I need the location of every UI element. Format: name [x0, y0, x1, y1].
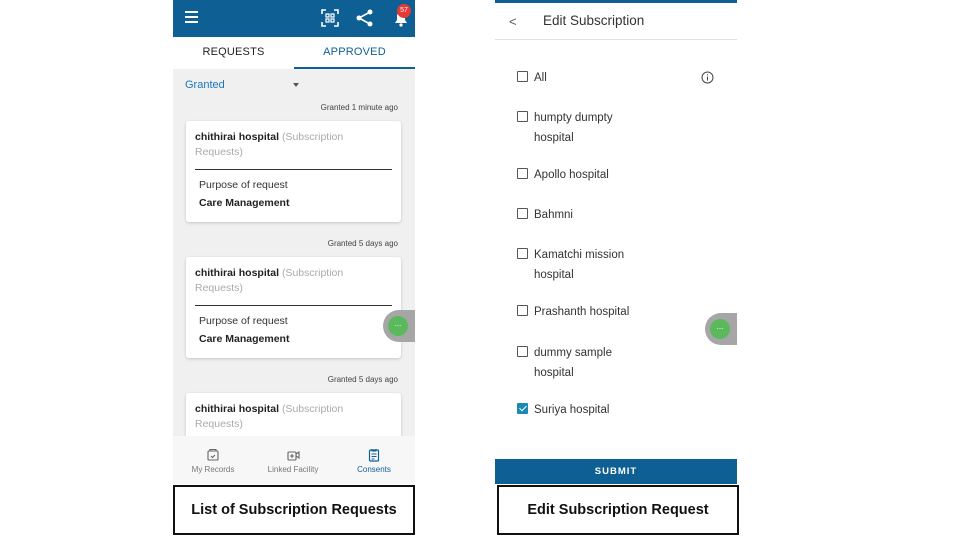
card-divider — [195, 169, 392, 170]
more-icon: ... — [388, 316, 408, 336]
granted-timestamp: Granted 1 minute ago — [320, 103, 398, 112]
subscription-request-card[interactable]: chithirai hospital (Subscription Request… — [186, 257, 401, 358]
checkbox[interactable] — [517, 168, 528, 179]
granted-timestamp: Granted 5 days ago — [327, 375, 398, 384]
caption-left: List of Subscription Requests — [173, 485, 415, 535]
card-divider — [195, 305, 392, 306]
checkbox[interactable] — [517, 346, 528, 357]
caption-right: Edit Subscription Request — [497, 485, 739, 535]
checkbox[interactable] — [517, 248, 528, 259]
more-icon: ... — [710, 319, 730, 339]
hospital-name: chithirai hospital — [195, 267, 280, 279]
checkbox[interactable] — [517, 208, 528, 219]
qr-scan-icon[interactable] — [321, 9, 339, 27]
nav-consents[interactable]: Consents — [334, 436, 414, 484]
back-arrow-icon[interactable]: < — [509, 14, 517, 29]
checkbox[interactable] — [517, 305, 528, 316]
nav-my-records[interactable]: My Records — [173, 436, 253, 484]
granted-timestamp: Granted 5 days ago — [327, 239, 398, 248]
card-title: chithirai hospital (Subscription Request… — [195, 130, 375, 160]
option-label: Prashanth hospital — [534, 306, 630, 318]
nav-linked-facility[interactable]: Linked Facility — [253, 436, 333, 484]
purpose-value: Care Management — [199, 333, 290, 345]
card-title: chithirai hospital (Subscription Request… — [195, 266, 375, 296]
hospital-name: chithirai hospital — [195, 403, 280, 415]
submit-button[interactable]: SUBMIT — [495, 459, 737, 484]
tab-approved[interactable]: APPROVED — [294, 37, 415, 69]
nav-label: My Records — [191, 465, 235, 474]
purpose-label: Purpose of request — [199, 315, 288, 327]
tab-requests[interactable]: REQUESTS — [173, 37, 294, 69]
app-top-bar: 57 — [173, 0, 415, 37]
consents-icon — [368, 449, 380, 462]
floating-chat-button[interactable]: ... — [383, 310, 415, 342]
share-icon[interactable] — [355, 8, 375, 28]
nav-label: Linked Facility — [267, 465, 319, 474]
hamburger-menu-icon[interactable] — [185, 11, 198, 25]
card-title: chithirai hospital (Subscription Request… — [195, 402, 375, 432]
hospital-name: chithirai hospital — [195, 131, 280, 143]
subscription-request-card[interactable]: chithirai hospital (Subscription Request… — [186, 121, 401, 222]
records-icon — [207, 448, 219, 461]
checkbox[interactable] — [517, 71, 528, 82]
chevron-down-icon[interactable] — [293, 83, 299, 87]
purpose-label: Purpose of request — [199, 179, 288, 191]
option-label: All — [534, 72, 547, 84]
option-label: Apollo hospital — [534, 169, 609, 181]
option-label: dummy sample hospital — [534, 347, 612, 379]
floating-chat-button[interactable]: ... — [705, 313, 737, 345]
status-filter-dropdown[interactable]: Granted — [185, 79, 225, 91]
edit-subscription-screen: < Edit Subscription All humpty dumpty ho… — [495, 0, 737, 484]
checkbox[interactable] — [517, 111, 528, 122]
bottom-navigation: My Records Linked Facility Consents — [173, 436, 415, 484]
option-label: humpty dumpty hospital — [534, 112, 613, 144]
info-icon[interactable] — [701, 71, 714, 84]
consent-tabs: REQUESTS APPROVED — [173, 37, 415, 69]
option-label: Kamatchi mission hospital — [534, 249, 625, 281]
subscription-requests-screen: 57 REQUESTS APPROVED Granted Granted 1 m… — [173, 0, 415, 484]
notification-badge: 57 — [397, 4, 411, 18]
facility-icon — [287, 450, 300, 461]
option-label: Bahmni — [534, 209, 573, 221]
purpose-value: Care Management — [199, 197, 290, 209]
checkbox-checked[interactable] — [517, 403, 528, 414]
nav-label: Consents — [357, 465, 391, 474]
page-title: Edit Subscription — [543, 13, 645, 28]
option-label: Suriya hospital — [534, 404, 610, 416]
screen-header: < Edit Subscription — [495, 3, 737, 40]
